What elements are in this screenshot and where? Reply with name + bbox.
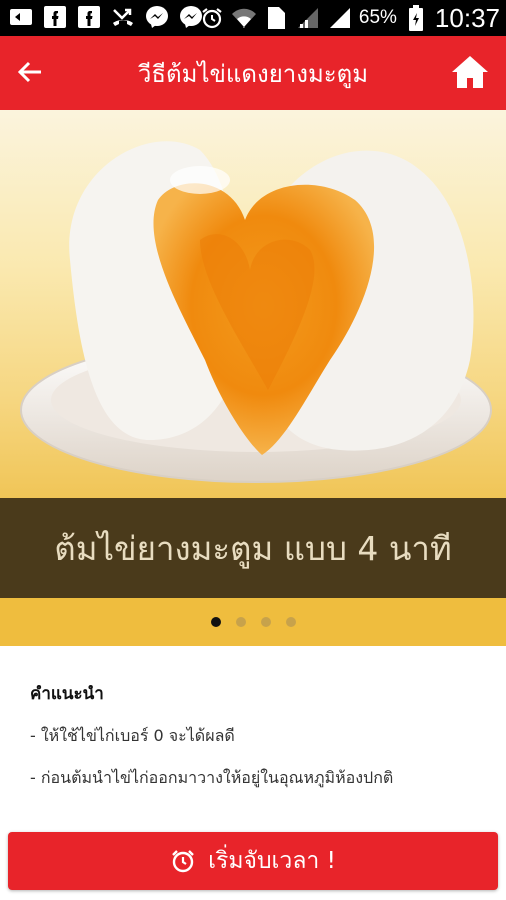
carousel-dot-1[interactable] bbox=[210, 617, 221, 627]
signal-icon bbox=[327, 5, 353, 31]
wifi-icon: ? bbox=[231, 5, 257, 31]
home-button[interactable] bbox=[448, 50, 492, 94]
advice-heading: คำแนะนำ bbox=[30, 684, 104, 704]
alarm-icon bbox=[199, 5, 225, 31]
home-icon bbox=[452, 56, 488, 88]
egg-photo bbox=[20, 141, 492, 483]
advice-line: - ให้ใช้ไข่ไก่เบอร์ 0 จะได้ผลดี bbox=[30, 726, 235, 745]
signal-icon bbox=[295, 5, 321, 31]
cast-icon bbox=[8, 4, 34, 30]
notification-icons bbox=[8, 4, 204, 30]
advice-section: คำแนะนำ - ให้ใช้ไข่ไก่เบอร์ 0 จะได้ผลดี … bbox=[0, 646, 506, 826]
messenger-icon bbox=[144, 4, 170, 30]
arrow-left-icon bbox=[17, 61, 41, 83]
back-button[interactable] bbox=[8, 50, 52, 94]
battery-percent: 65% bbox=[358, 7, 397, 28]
missed-call-icon bbox=[110, 4, 136, 30]
carousel-indicator bbox=[0, 598, 506, 646]
start-timer-button[interactable]: เริ่มจับเวลา ! bbox=[8, 832, 498, 890]
facebook-icon bbox=[42, 4, 68, 30]
sim-1-icon bbox=[263, 5, 289, 31]
status-bar: ? 65% 10:37 bbox=[0, 0, 506, 36]
start-timer-label: เริ่มจับเวลา ! bbox=[208, 848, 336, 874]
battery-icon bbox=[403, 5, 429, 31]
hero-image[interactable] bbox=[0, 110, 506, 498]
hero-caption-band: ต้มไข่ยางมะตูม แบบ 4 นาที bbox=[0, 498, 506, 598]
carousel-dot-2[interactable] bbox=[235, 617, 246, 627]
clock: 10:37 bbox=[434, 2, 500, 33]
system-icons: ? 65% 10:37 bbox=[199, 2, 500, 34]
alarm-clock-icon bbox=[172, 850, 194, 873]
carousel-dot-3[interactable] bbox=[260, 617, 271, 627]
advice-line: - ก่อนต้มนำไข่ไก่ออกมาวางให้อยู่ในอุณหภู… bbox=[30, 768, 394, 787]
app-bar: วีธีต้มไข่แดงยางมะตูม bbox=[0, 36, 506, 110]
hero-caption: ต้มไข่ยางมะตูม แบบ 4 นาที bbox=[54, 528, 452, 568]
facebook-icon bbox=[76, 4, 102, 30]
svg-text:?: ? bbox=[242, 21, 246, 30]
carousel-dot-4[interactable] bbox=[285, 617, 296, 627]
page-title: วีธีต้มไข่แดงยางมะตูม bbox=[137, 59, 369, 88]
